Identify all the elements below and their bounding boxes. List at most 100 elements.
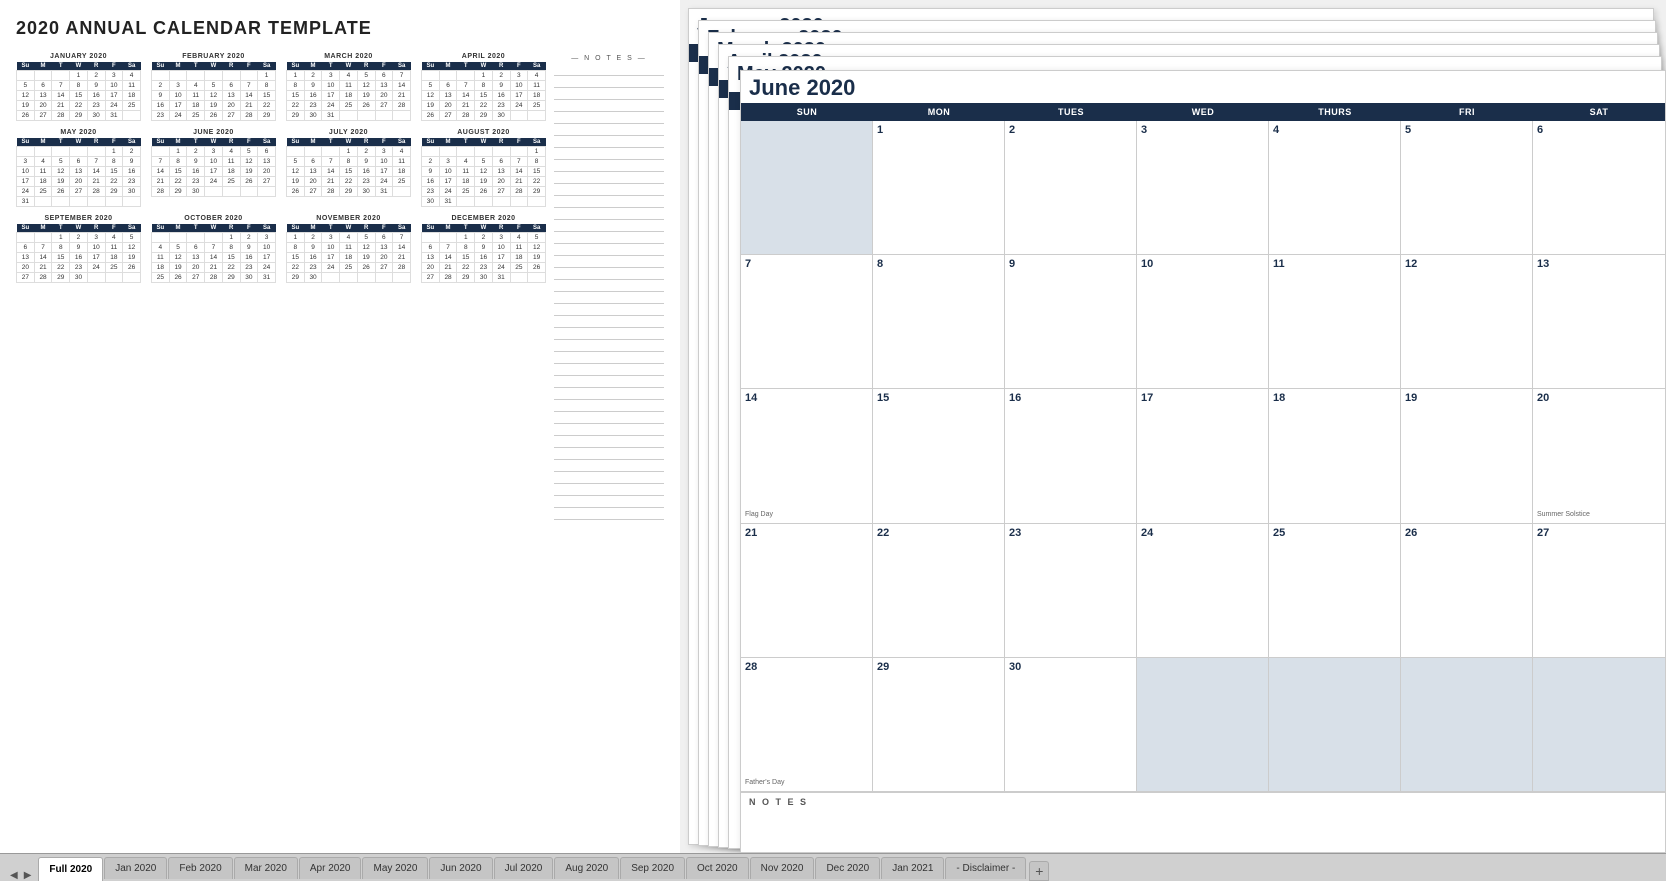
tab-3[interactable]: Mar 2020 [234, 857, 298, 879]
notes-line [554, 232, 664, 244]
header-sun: SUN [741, 103, 873, 121]
notes-line [554, 184, 664, 196]
day-cell-1-2: 9 [1005, 255, 1137, 388]
notes-line [554, 472, 664, 484]
day-number: 12 [1405, 258, 1528, 270]
tab-5[interactable]: May 2020 [362, 857, 428, 879]
notes-line [554, 220, 664, 232]
tab-10[interactable]: Oct 2020 [686, 857, 749, 879]
day-number: 29 [877, 661, 1000, 673]
day-number: 14 [745, 392, 868, 404]
week-row-4: 28Father's Day2930 [741, 658, 1665, 792]
mini-cal-5: JUNE 2020SuMTWRFSa1234567891011121314151… [151, 129, 276, 207]
day-cell-2-5: 19 [1401, 389, 1533, 522]
nav-left[interactable]: ◀ [8, 870, 20, 881]
day-number: 23 [1009, 527, 1132, 539]
notes-line [554, 172, 664, 184]
day-cell-1-4: 11 [1269, 255, 1401, 388]
tab-13[interactable]: Jan 2021 [881, 857, 944, 879]
notes-line [554, 256, 664, 268]
week-row-0: 123456 [741, 121, 1665, 255]
notes-line [554, 136, 664, 148]
left-panel: 2020 ANNUAL CALENDAR TEMPLATE JANUARY 20… [0, 0, 680, 853]
day-number: 22 [877, 527, 1000, 539]
tab-14[interactable]: - Disclaimer - [945, 857, 1026, 879]
notes-line [554, 424, 664, 436]
day-number: 30 [1009, 661, 1132, 673]
day-cell-0-5: 5 [1401, 121, 1533, 254]
day-cell-2-1: 15 [873, 389, 1005, 522]
notes-line [554, 76, 664, 88]
tab-7[interactable]: Jul 2020 [494, 857, 554, 879]
notes-line [554, 352, 664, 364]
tab-8[interactable]: Aug 2020 [554, 857, 619, 879]
notes-section: — N O T E S — [554, 55, 664, 520]
day-cell-0-0 [741, 121, 873, 254]
notes-line [554, 508, 664, 520]
header-mon: MON [873, 103, 1005, 121]
tab-0[interactable]: Full 2020 [38, 857, 103, 881]
tab-2[interactable]: Feb 2020 [168, 857, 232, 879]
notes-header: — N O T E S — [554, 55, 664, 62]
nav-arrows: ◀ ▶ [4, 870, 37, 881]
day-cell-1-0: 7 [741, 255, 873, 388]
notes-line [554, 88, 664, 100]
day-cell-3-4: 25 [1269, 524, 1401, 657]
cal-body: 1234567891011121314Flag Day151617181920S… [741, 121, 1665, 792]
week-row-3: 21 22 23 24 25 26 27 [741, 524, 1665, 658]
week-row-2: 14Flag Day151617181920Summer Solstice [741, 389, 1665, 523]
day-cell-0-4: 4 [1269, 121, 1401, 254]
tab-4[interactable]: Apr 2020 [299, 857, 362, 879]
tab-12[interactable]: Dec 2020 [815, 857, 880, 879]
tab-6[interactable]: Jun 2020 [429, 857, 492, 879]
main-area: 2020 ANNUAL CALENDAR TEMPLATE JANUARY 20… [0, 0, 1666, 853]
notes-line [554, 160, 664, 172]
day-cell-3-0: 21 [741, 524, 873, 657]
notes-line [554, 436, 664, 448]
notes-line [554, 400, 664, 412]
day-number: 6 [1537, 124, 1661, 136]
day-cell-1-1: 8 [873, 255, 1005, 388]
mini-cal-7: AUGUST 2020SuMTWRFSa12345678910111213141… [421, 129, 546, 207]
day-cell-1-3: 10 [1137, 255, 1269, 388]
notes-line [554, 328, 664, 340]
day-number: 4 [1273, 124, 1396, 136]
day-cell-0-1: 1 [873, 121, 1005, 254]
day-cell-2-3: 17 [1137, 389, 1269, 522]
day-cell-3-5: 26 [1401, 524, 1533, 657]
mini-cal-11: DECEMBER 2020SuMTWRFSa123456789101112131… [421, 215, 546, 283]
day-event: Flag Day [745, 511, 868, 520]
notes-line [554, 496, 664, 508]
week-row-1: 78910111213 [741, 255, 1665, 389]
day-number: 20 [1537, 392, 1661, 404]
notes-line [554, 376, 664, 388]
day-number: 19 [1405, 392, 1528, 404]
day-number: 1 [877, 124, 1000, 136]
header-wed: WED [1137, 103, 1269, 121]
day-number: 27 [1537, 527, 1661, 539]
header-fri: FRI [1401, 103, 1533, 121]
day-number: 26 [1405, 527, 1528, 539]
day-cell-1-5: 12 [1401, 255, 1533, 388]
right-panel: January 2020 SUN MON TUES WED THURS FRI … [680, 0, 1666, 853]
day-cell-4-6 [1533, 658, 1665, 791]
day-cell-3-2: 23 [1005, 524, 1137, 657]
tab-11[interactable]: Nov 2020 [750, 857, 815, 879]
day-number: 16 [1009, 392, 1132, 404]
notes-line [554, 316, 664, 328]
mini-cal-9: OCTOBER 2020SuMTWRFSa1234567891011121314… [151, 215, 276, 283]
tabs-bar: ◀ ▶ Full 2020Jan 2020Feb 2020Mar 2020Apr… [0, 853, 1666, 881]
notes-line [554, 64, 664, 76]
notes-line [554, 304, 664, 316]
day-number: 24 [1141, 527, 1264, 539]
nav-right[interactable]: ▶ [22, 870, 34, 881]
add-tab-button[interactable]: + [1029, 861, 1049, 881]
header-tues: TUES [1005, 103, 1137, 121]
header-sat: SAT [1533, 103, 1665, 121]
notes-bottom: N O T E S [741, 792, 1665, 852]
mini-cal-10: NOVEMBER 2020SuMTWRFSa123456789101112131… [286, 215, 411, 283]
day-cell-3-6: 27 [1533, 524, 1665, 657]
tab-1[interactable]: Jan 2020 [104, 857, 167, 879]
tab-9[interactable]: Sep 2020 [620, 857, 685, 879]
notes-line [554, 448, 664, 460]
